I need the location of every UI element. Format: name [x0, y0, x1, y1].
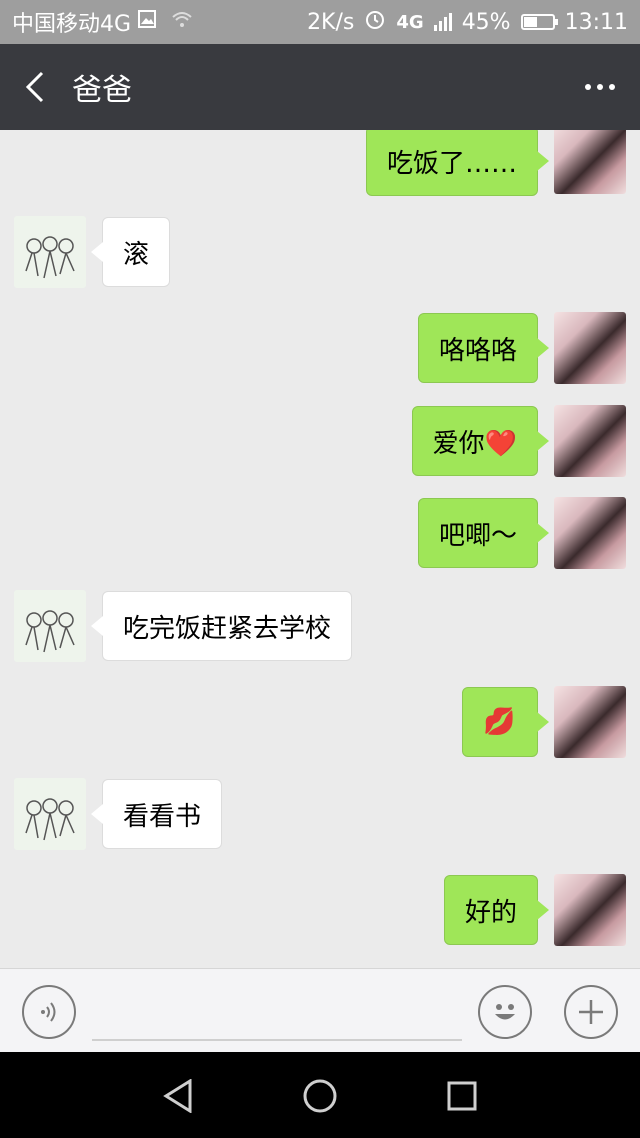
message-text: 好的 — [464, 897, 517, 928]
gallery-icon — [137, 9, 157, 35]
message-bubble-sent[interactable]: 好的 — [443, 875, 550, 945]
navigation-bar — [0, 1052, 640, 1138]
message-bubble-sent[interactable]: 爱你❤️ — [411, 406, 550, 476]
contact-avatar[interactable] — [14, 216, 86, 288]
chat-title: 爸爸 — [72, 73, 132, 108]
speed-label: 2K/s — [307, 9, 355, 35]
message-bubble-received[interactable]: 吃完饭赶紧去学校 — [90, 591, 353, 661]
message-text: 吧唧～ — [438, 520, 517, 551]
battery-label: 45% — [461, 9, 511, 35]
battery-icon — [520, 14, 558, 30]
message-bubble-sent[interactable]: 吧唧～ — [417, 498, 550, 568]
network-label: 4G — [396, 11, 424, 33]
voice-input-button[interactable] — [22, 985, 76, 1039]
chat-history[interactable]: 吃饭了…… 滚 咯咯咯 爱你❤️ 吧唧～ 吃完饭赶紧去学校 💋 看看书 好的 — [0, 130, 640, 968]
message-text: 💋 — [483, 707, 516, 737]
my-avatar[interactable] — [554, 497, 626, 569]
dot-icon — [597, 84, 603, 90]
dot-icon — [585, 84, 591, 90]
wifi-icon — [171, 10, 193, 35]
alarm-icon — [364, 8, 386, 36]
voice-icon — [41, 1002, 56, 1022]
message-bubble-sent[interactable]: 咯咯咯 — [417, 313, 550, 383]
message-bubble-sent[interactable]: 吃饭了…… — [365, 130, 550, 196]
carrier-label: 中国移动4G — [12, 12, 132, 37]
my-avatar[interactable] — [554, 686, 626, 758]
nav-back-button[interactable] — [158, 1076, 198, 1116]
message-text: 看看书 — [123, 801, 202, 832]
title-bar: 爸爸 — [0, 44, 640, 130]
contact-avatar[interactable] — [14, 778, 86, 850]
triangle-back-icon — [163, 1079, 192, 1113]
nav-home-button[interactable] — [300, 1076, 340, 1116]
message-text: 吃完饭赶紧去学校 — [123, 613, 332, 644]
message-bubble-received[interactable]: 看看书 — [90, 779, 223, 849]
message-bubble-sent[interactable]: 💋 — [462, 687, 549, 757]
emoji-icon — [495, 1004, 515, 1020]
meme-avatar-icon — [25, 610, 75, 653]
more-options-button[interactable] — [560, 44, 640, 130]
message-bubble-received[interactable]: 滚 — [90, 217, 171, 287]
more-functions-button[interactable] — [564, 985, 618, 1039]
message-input[interactable] — [92, 987, 462, 1041]
input-bar — [0, 968, 640, 1052]
my-avatar[interactable] — [554, 312, 626, 384]
contact-avatar[interactable] — [14, 590, 86, 662]
message-text: 吃饭了…… — [386, 148, 517, 179]
message-text: 滚 — [123, 239, 150, 270]
nav-recents-button[interactable] — [442, 1076, 482, 1116]
message-text: 爱你❤️ — [432, 428, 517, 459]
time-label: 13:11 — [564, 9, 628, 35]
my-avatar[interactable] — [554, 130, 626, 194]
signal-icon — [433, 13, 452, 31]
meme-avatar-icon — [25, 798, 75, 841]
emoji-button[interactable] — [478, 985, 532, 1039]
status-bar: 中国移动4G 2K/s 4G 45% 13:11 — [0, 0, 640, 44]
plus-icon — [579, 1000, 603, 1024]
message-text: 咯咯咯 — [438, 335, 517, 366]
meme-avatar-icon — [25, 236, 75, 279]
my-avatar[interactable] — [554, 874, 626, 946]
back-button[interactable] — [0, 44, 70, 130]
back-arrow-icon — [25, 71, 44, 103]
circle-home-icon — [303, 1079, 337, 1113]
my-avatar[interactable] — [554, 405, 626, 477]
dot-icon — [609, 84, 615, 90]
square-recents-icon — [447, 1081, 477, 1111]
